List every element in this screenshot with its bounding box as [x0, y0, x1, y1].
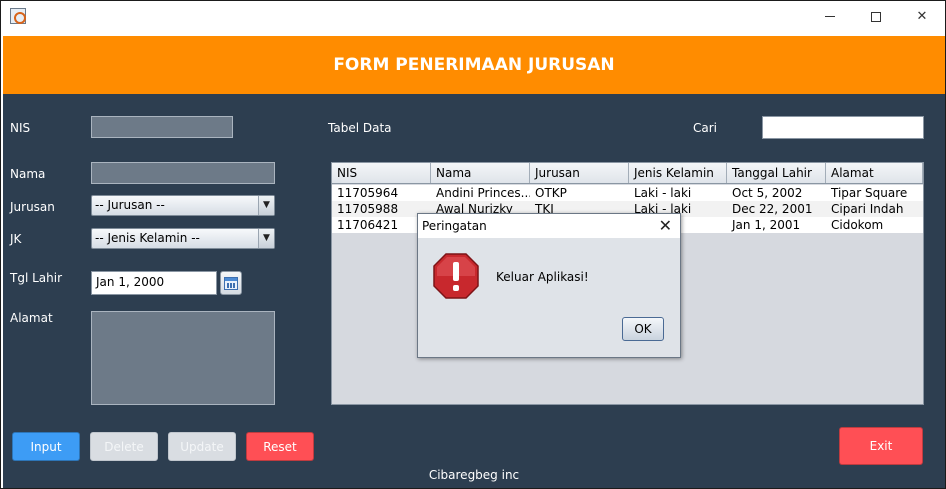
- delete-button[interactable]: Delete: [90, 432, 158, 461]
- column-header-jurusan[interactable]: Jurusan: [530, 163, 629, 183]
- tabel-data-label: Tabel Data: [328, 121, 392, 135]
- table-cell: Laki - laki: [634, 186, 692, 200]
- jurusan-label: Jurusan: [10, 200, 55, 214]
- calendar-icon: [224, 276, 238, 290]
- jurusan-select[interactable]: -- Jurusan -- ▼: [91, 195, 275, 216]
- column-header-nama[interactable]: Nama: [431, 163, 530, 183]
- maximize-button[interactable]: [853, 1, 899, 32]
- table-cell: Tipar Square: [831, 186, 908, 200]
- column-header-nis[interactable]: NIS: [332, 163, 431, 183]
- table-cell: Cidokom: [831, 218, 884, 232]
- nama-input[interactable]: [91, 162, 275, 184]
- table-cell: Cipari Indah: [831, 202, 904, 216]
- form-header: FORM PENERIMAAN JURUSAN: [3, 36, 945, 94]
- input-button[interactable]: Input: [12, 432, 80, 461]
- jk-label: JK: [10, 232, 22, 246]
- table-cell: Dec 22, 2001: [732, 202, 813, 216]
- table-cell: OTKP: [535, 186, 567, 200]
- error-octagon-icon: [433, 253, 479, 299]
- column-header-tanggal-lahir[interactable]: Tanggal Lahir: [727, 163, 826, 183]
- tgl-lahir-label: Tgl Lahir: [10, 271, 63, 285]
- jk-selected-value: -- Jenis Kelamin --: [95, 231, 200, 245]
- app-window: ✕ FORM PENERIMAAN JURUSAN NIS Nama Jurus…: [0, 0, 946, 489]
- chevron-down-icon[interactable]: ▼: [258, 196, 274, 215]
- table-cell: 11705964: [337, 186, 399, 200]
- dialog-close-icon[interactable]: ✕: [659, 216, 672, 235]
- alamat-textarea[interactable]: [91, 311, 275, 405]
- java-app-icon: [10, 8, 26, 24]
- column-header-alamat[interactable]: Alamat: [826, 163, 923, 183]
- dialog-body: Keluar Aplikasi! OK: [418, 238, 680, 357]
- dialog-message: Keluar Aplikasi!: [496, 270, 589, 284]
- update-button[interactable]: Update: [168, 432, 236, 461]
- jurusan-selected-value: -- Jurusan --: [95, 198, 165, 212]
- date-picker-button[interactable]: [220, 271, 242, 295]
- reset-button[interactable]: Reset: [246, 432, 314, 461]
- dialog-title: Peringatan: [422, 219, 487, 233]
- table-row[interactable]: 11705964 Andini Princes... OTKP Laki - l…: [332, 185, 923, 201]
- tgl-lahir-input[interactable]: Jan 1, 2000: [91, 271, 217, 295]
- dialog-title-bar: Peringatan ✕: [418, 214, 680, 238]
- search-input[interactable]: [762, 116, 924, 139]
- alamat-label: Alamat: [10, 311, 53, 325]
- nis-label: NIS: [10, 121, 31, 135]
- chevron-down-icon[interactable]: ▼: [258, 229, 274, 248]
- cari-label: Cari: [693, 121, 717, 135]
- title-bar: ✕: [1, 1, 945, 32]
- warning-dialog: Peringatan ✕ Keluar Aplikasi! OK: [417, 213, 681, 358]
- close-window-button[interactable]: ✕: [899, 1, 945, 32]
- footer-text: Cibaregbeg inc: [428, 468, 520, 482]
- table-header: NIS Nama Jurusan Jenis Kelamin Tanggal L…: [332, 163, 923, 184]
- close-icon: ✕: [916, 9, 928, 24]
- exit-button[interactable]: Exit: [839, 427, 923, 465]
- minimize-button[interactable]: [807, 1, 853, 32]
- table-cell: Oct 5, 2002: [732, 186, 803, 200]
- minimize-icon: [825, 16, 835, 17]
- table-cell: Jan 1, 2001: [732, 218, 801, 232]
- page-title: FORM PENERIMAAN JURUSAN: [333, 55, 615, 75]
- nama-label: Nama: [10, 167, 46, 181]
- table-cell: Andini Princes...: [436, 186, 530, 200]
- maximize-icon: [871, 11, 881, 22]
- nis-input[interactable]: [91, 116, 233, 138]
- ok-button[interactable]: OK: [622, 317, 664, 341]
- column-header-jenis-kelamin[interactable]: Jenis Kelamin: [629, 163, 727, 183]
- jk-select[interactable]: -- Jenis Kelamin -- ▼: [91, 228, 275, 249]
